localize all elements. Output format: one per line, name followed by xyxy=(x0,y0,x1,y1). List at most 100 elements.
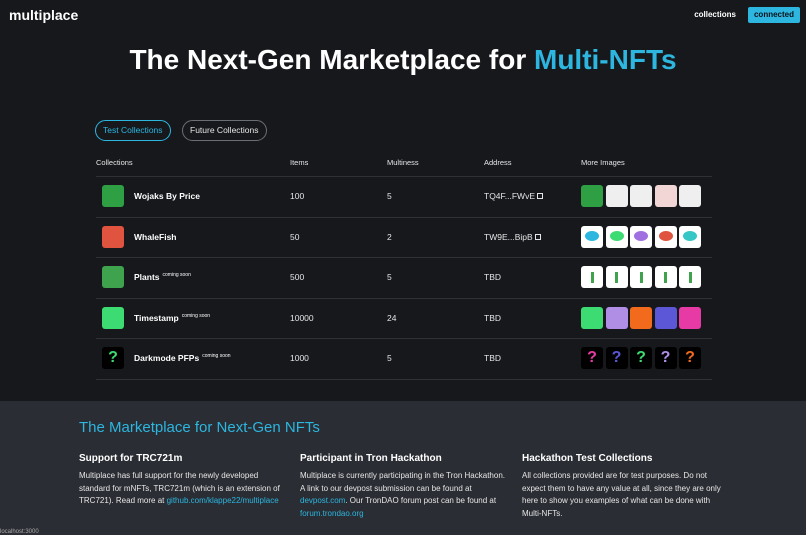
github-link[interactable]: github.com/klappe22/multiplace xyxy=(167,496,279,505)
plant-small-icon[interactable] xyxy=(630,266,652,288)
wojak-red-icon[interactable] xyxy=(654,185,677,207)
collection-name-text: Wojaks By Price xyxy=(134,191,200,201)
collection-thumbnail xyxy=(102,225,124,248)
items-count: 500 xyxy=(290,272,305,282)
footer-text: . Our TronDAO forum post can be found at xyxy=(345,496,497,505)
address-text: TW9E...BipB xyxy=(484,231,533,242)
multiness-value: 24 xyxy=(387,312,397,323)
green-wojak-icon[interactable] xyxy=(581,185,603,207)
whale-purple-icon[interactable] xyxy=(630,225,652,248)
footer-col-text: All collections provided are for test pu… xyxy=(522,471,721,518)
footer-col-heading: Hackathon Test Collections xyxy=(522,453,653,464)
footer: The Marketplace for Next-Gen NFTs Suppor… xyxy=(0,401,806,535)
address-text: TQ4F...FWvE xyxy=(484,191,535,201)
address-text: TBD xyxy=(484,272,501,282)
multiness-value: 5 xyxy=(387,191,392,201)
plant-flower-icon[interactable] xyxy=(679,266,701,288)
table-row[interactable]: ? Darkmode PFPs coming soon 1000 5 TBD????? xyxy=(96,338,712,379)
multiness-value: 5 xyxy=(387,353,392,363)
swatch-orange-icon[interactable] xyxy=(630,306,652,329)
items-count: 100 xyxy=(290,191,305,201)
tab-future-collections[interactable]: Future Collections xyxy=(182,120,267,141)
question-indigo-icon[interactable]: ? xyxy=(605,347,628,369)
swatch-pink-icon[interactable] xyxy=(679,306,701,329)
header-items: Items xyxy=(290,158,309,167)
swatch-indigo-icon[interactable] xyxy=(654,306,677,329)
collection-name-text: Darkmode PFPs xyxy=(134,353,200,363)
collection-name-text: Timestamp xyxy=(134,312,179,323)
address-cell: TBD xyxy=(484,272,501,282)
hero-title-prefix: The Next-Gen Marketplace for xyxy=(129,44,534,75)
footer-col-heading: Support for TRC721m xyxy=(79,453,183,464)
question-green-icon[interactable]: ? xyxy=(630,347,652,369)
address-cell[interactable]: TQ4F...FWvE xyxy=(484,191,543,201)
footer-col-hackathon: Participant in Tron Hackathon Multiplace… xyxy=(300,453,506,520)
footer-col-test-collections: Hackathon Test Collections All collectio… xyxy=(522,453,728,520)
multiness-value: 2 xyxy=(387,231,392,242)
hero-title: The Next-Gen Marketplace for Multi-NFTs xyxy=(0,44,806,76)
swatch-green-icon[interactable] xyxy=(581,306,603,329)
devpost-link[interactable]: devpost.com xyxy=(300,496,345,505)
footer-title: The Marketplace for Next-Gen NFTs xyxy=(79,419,320,436)
external-link-icon[interactable] xyxy=(534,233,541,240)
coming-soon-badge: coming soon xyxy=(202,353,231,360)
wojak-sketch-icon[interactable] xyxy=(605,185,628,207)
table-row[interactable]: WhaleFish 50 2 TW9E...BipB xyxy=(96,217,712,258)
collection-thumbnail xyxy=(102,306,124,329)
question-pink-icon[interactable]: ? xyxy=(581,347,603,369)
header-address: Address xyxy=(484,158,512,167)
coming-soon-badge: coming soon xyxy=(181,312,211,319)
items-count: 50 xyxy=(290,231,300,242)
collection-name[interactable]: Plants coming soon xyxy=(134,272,191,282)
address-text: TBD xyxy=(484,312,501,323)
connected-button[interactable]: connected xyxy=(747,7,800,23)
collection-name[interactable]: Darkmode PFPs coming soon xyxy=(134,353,231,363)
brand-logo[interactable]: multiplace xyxy=(9,7,78,23)
row-divider xyxy=(96,378,712,380)
header-multiness: Multiness xyxy=(387,158,419,167)
tab-test-collections[interactable]: Test Collections xyxy=(95,120,171,141)
status-url: localhost:3000 xyxy=(0,529,39,535)
collections-link[interactable]: collections xyxy=(694,10,736,19)
multiness-value: 5 xyxy=(387,272,392,282)
whale-green-icon[interactable] xyxy=(605,225,628,248)
footer-col-text: Multiplace is currently participating in… xyxy=(300,470,506,520)
wojak-sketch-icon[interactable] xyxy=(630,185,652,207)
header-collections: Collections xyxy=(96,158,133,167)
address-cell[interactable]: TW9E...BipB xyxy=(484,232,541,242)
plant-grown-icon[interactable] xyxy=(654,266,677,288)
question-orange-icon[interactable]: ? xyxy=(679,347,701,369)
table-row[interactable]: Wojaks By Price 100 5 TQ4F...FWvE xyxy=(96,176,712,217)
collection-name-text: WhaleFish xyxy=(134,231,177,242)
collection-name-text: Plants xyxy=(134,272,160,282)
whale-teal-icon[interactable] xyxy=(679,225,701,248)
hero-title-accent: Multi-NFTs xyxy=(534,44,677,75)
items-count: 10000 xyxy=(290,312,314,323)
collection-name[interactable]: Wojaks By Price xyxy=(134,191,200,201)
plant-sprout-icon[interactable] xyxy=(605,266,628,288)
footer-col-heading: Participant in Tron Hackathon xyxy=(300,453,442,464)
table-row[interactable]: Plants coming soon 500 5 TBD xyxy=(96,257,712,298)
header-more-images: More Images xyxy=(581,158,625,167)
swatch-lavender-icon[interactable] xyxy=(605,306,628,329)
items-count: 1000 xyxy=(290,353,309,363)
address-cell: TBD xyxy=(484,313,501,323)
coming-soon-badge: coming soon xyxy=(162,272,191,279)
wojak-sketch-icon[interactable] xyxy=(679,185,701,207)
footer-col-text: Multiplace has full support for the newl… xyxy=(79,470,285,508)
collection-name[interactable]: WhaleFish xyxy=(134,232,177,242)
collection-thumbnail: ? xyxy=(102,347,124,369)
table-row[interactable]: Timestamp coming soon 10000 24 TBD xyxy=(96,298,712,339)
collection-name[interactable]: Timestamp coming soon xyxy=(134,313,210,323)
whale-blue-icon[interactable] xyxy=(581,225,603,248)
forum-link[interactable]: forum.trondao.org xyxy=(300,509,364,518)
address-text: TBD xyxy=(484,353,501,363)
navbar: multiplace collections connected xyxy=(0,0,806,30)
question-lavender-icon[interactable]: ? xyxy=(654,347,677,369)
footer-col-trc721m: Support for TRC721m Multiplace has full … xyxy=(79,453,285,508)
collection-thumbnail xyxy=(102,266,124,288)
whale-red-icon[interactable] xyxy=(654,225,677,248)
external-link-icon[interactable] xyxy=(537,193,543,199)
collection-thumbnail xyxy=(102,185,124,207)
plant-seed-icon[interactable] xyxy=(581,266,603,288)
